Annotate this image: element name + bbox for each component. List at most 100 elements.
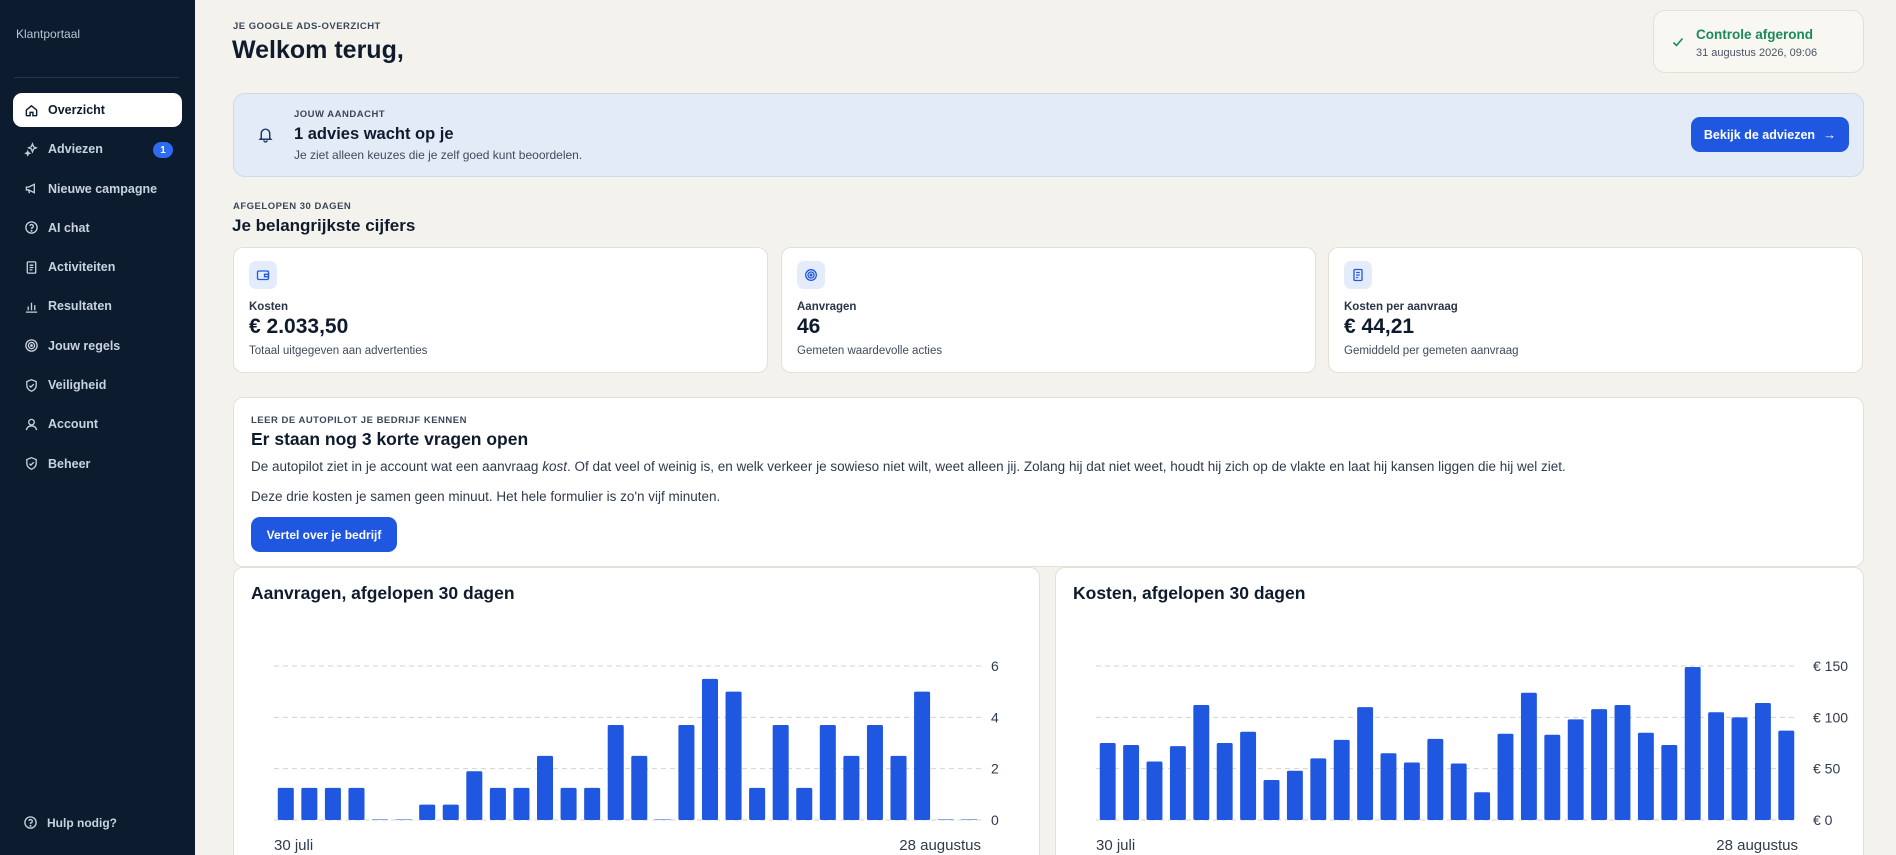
chart-bar xyxy=(372,819,389,820)
y-tick-label: € 0 xyxy=(1813,812,1833,828)
chart-bar xyxy=(843,755,860,820)
chart-bar xyxy=(301,787,318,820)
chart-card-kosten: Kosten, afgelopen 30 dagen € 0 € 50 € 100 €… xyxy=(1055,567,1864,855)
document-icon xyxy=(23,259,39,275)
learn-paragraph-1: De autopilot ziet in je account wat een … xyxy=(251,459,1566,474)
chart-bar xyxy=(395,819,412,820)
sidebar-item-label: Activiteiten xyxy=(48,260,116,275)
status-timestamp: 31 augustus 2026, 09:06 xyxy=(1696,47,1818,59)
kpi-value: € 44,21 xyxy=(1344,315,1415,338)
receipt-icon xyxy=(1344,261,1372,289)
kpi-subtext: Gemiddeld per gemeten aanvraag xyxy=(1344,345,1519,357)
chart-bar xyxy=(1754,702,1771,820)
chart-bar xyxy=(489,787,506,820)
chart-bar xyxy=(1169,746,1186,820)
chart-bar xyxy=(513,787,530,820)
sidebar-nav: Overzicht Adviezen 1 Nieuwe campagne AI … xyxy=(13,93,182,486)
x-start-label: 30 juli xyxy=(274,837,313,854)
bell-icon xyxy=(258,128,273,143)
learn-p1-start: De autopilot ziet in je account wat een … xyxy=(251,459,543,474)
bar-chart-icon xyxy=(23,298,39,314)
sidebar-item-label: Jouw regels xyxy=(48,338,121,353)
x-start-label: 30 juli xyxy=(1096,837,1135,854)
help-link[interactable]: Hulp nodig? xyxy=(23,815,117,830)
chart-bar xyxy=(772,725,789,820)
banner-title: 1 advies wacht op je xyxy=(294,125,454,143)
tell-about-business-button[interactable]: Vertel over je bedrijf xyxy=(251,517,397,552)
chart-bar xyxy=(1497,733,1514,820)
kpi-subtext: Totaal uitgegeven aan advertenties xyxy=(249,345,428,357)
target-icon xyxy=(797,261,825,289)
chart-bar xyxy=(796,787,813,820)
status-badge: Controle afgerond 31 augustus 2026, 09:0… xyxy=(1653,10,1864,73)
help-label: Hulp nodig? xyxy=(47,815,117,830)
sidebar-item-label: Nieuwe campagne xyxy=(48,181,158,196)
chart-bar xyxy=(1708,712,1725,820)
chart-bar xyxy=(607,725,624,820)
sidebar-item-veiligheid[interactable]: Veiligheid xyxy=(13,368,182,402)
learn-title: Er staan nog 3 korte vragen open xyxy=(251,429,529,449)
chart-bar xyxy=(324,787,341,820)
metrics-eyebrow: AFGELOPEN 30 DAGEN xyxy=(233,201,352,212)
chart-bar xyxy=(1427,738,1444,820)
sidebar-item-activiteiten[interactable]: Activiteiten xyxy=(13,250,182,284)
x-end-label: 28 augustus xyxy=(899,837,981,854)
chart-bar xyxy=(1544,734,1561,820)
chart-bar xyxy=(1520,692,1537,820)
sidebar-item-adviezen[interactable]: Adviezen 1 xyxy=(13,132,182,166)
learn-eyebrow: LEER DE AUTOPILOT JE BEDRIJF KENNEN xyxy=(251,415,467,426)
chart-bar xyxy=(1357,707,1374,820)
chart-bar xyxy=(1778,730,1795,820)
sidebar-item-beheer[interactable]: Beheer xyxy=(13,447,182,481)
chart-bar xyxy=(1193,705,1210,820)
sidebar-item-jouw-regels[interactable]: Jouw regels xyxy=(13,329,182,363)
wallet-icon xyxy=(249,261,277,289)
kpi-value: € 2.033,50 xyxy=(249,315,349,338)
sidebar-item-label: Overzicht xyxy=(48,103,105,117)
chart-bar xyxy=(1333,739,1350,820)
chart-bar xyxy=(1380,753,1397,820)
chart-bar xyxy=(914,691,931,820)
check-icon xyxy=(1672,37,1684,47)
attention-banner: JOUW AANDACHT 1 advies wacht op je Je zi… xyxy=(233,93,1864,177)
chart-bar xyxy=(725,691,742,820)
sidebar-item-account[interactable]: Account xyxy=(13,407,182,441)
view-advice-button[interactable]: Bekijk de adviezen → xyxy=(1691,117,1849,152)
chart-bar xyxy=(1731,717,1748,820)
status-title: Controle afgerond xyxy=(1696,27,1813,42)
page-title: Welkom terug, xyxy=(232,36,404,64)
sidebar-item-label: Account xyxy=(48,417,98,432)
chart-bar xyxy=(560,787,577,820)
chart-bar xyxy=(1637,732,1654,820)
learn-p1-emphasis: kost xyxy=(542,459,567,474)
chart-bar xyxy=(819,725,836,820)
chart-bar xyxy=(1263,779,1280,820)
chart-bar xyxy=(1099,743,1116,820)
chart-bar xyxy=(1684,667,1701,820)
chart-bar xyxy=(866,725,883,820)
sidebar-item-nieuwe-campagne[interactable]: Nieuwe campagne xyxy=(13,172,182,206)
advice-count-badge: 1 xyxy=(153,142,173,159)
chart-bar xyxy=(1614,705,1631,820)
chart-bar xyxy=(961,819,978,820)
chart-bar xyxy=(1286,770,1303,820)
sidebar-item-overzicht[interactable]: Overzicht xyxy=(13,93,182,127)
chart-bar xyxy=(749,787,766,820)
chart-bar xyxy=(1310,758,1327,820)
chart-bar xyxy=(584,787,601,820)
sidebar-item-ai-chat[interactable]: AI chat xyxy=(13,211,182,245)
y-tick-label: € 100 xyxy=(1813,709,1848,725)
kosten-chart: € 0 € 50 € 100 € 150 30 juli 28 augustus xyxy=(1096,658,1848,854)
aanvragen-chart: 0 2 4 6 30 juli 28 augustus xyxy=(274,658,999,854)
sidebar-item-resultaten[interactable]: Resultaten xyxy=(13,289,182,323)
sidebar-item-label: Resultaten xyxy=(48,299,112,314)
y-tick-label: 4 xyxy=(991,709,999,725)
view-advice-label: Bekijk de adviezen xyxy=(1703,127,1816,142)
kpi-label: Kosten xyxy=(249,301,288,313)
sidebar: Klantportaal Overzicht Adviezen 1 Nieuwe… xyxy=(0,0,195,855)
y-tick-label: € 50 xyxy=(1813,761,1840,777)
chart-bar xyxy=(419,804,436,820)
kpi-card-kosten-per-aanvraag: Kosten per aanvraag € 44,21 Gemiddeld pe… xyxy=(1328,247,1863,373)
y-tick-label: € 150 xyxy=(1813,658,1848,674)
chart-bar xyxy=(466,771,483,820)
